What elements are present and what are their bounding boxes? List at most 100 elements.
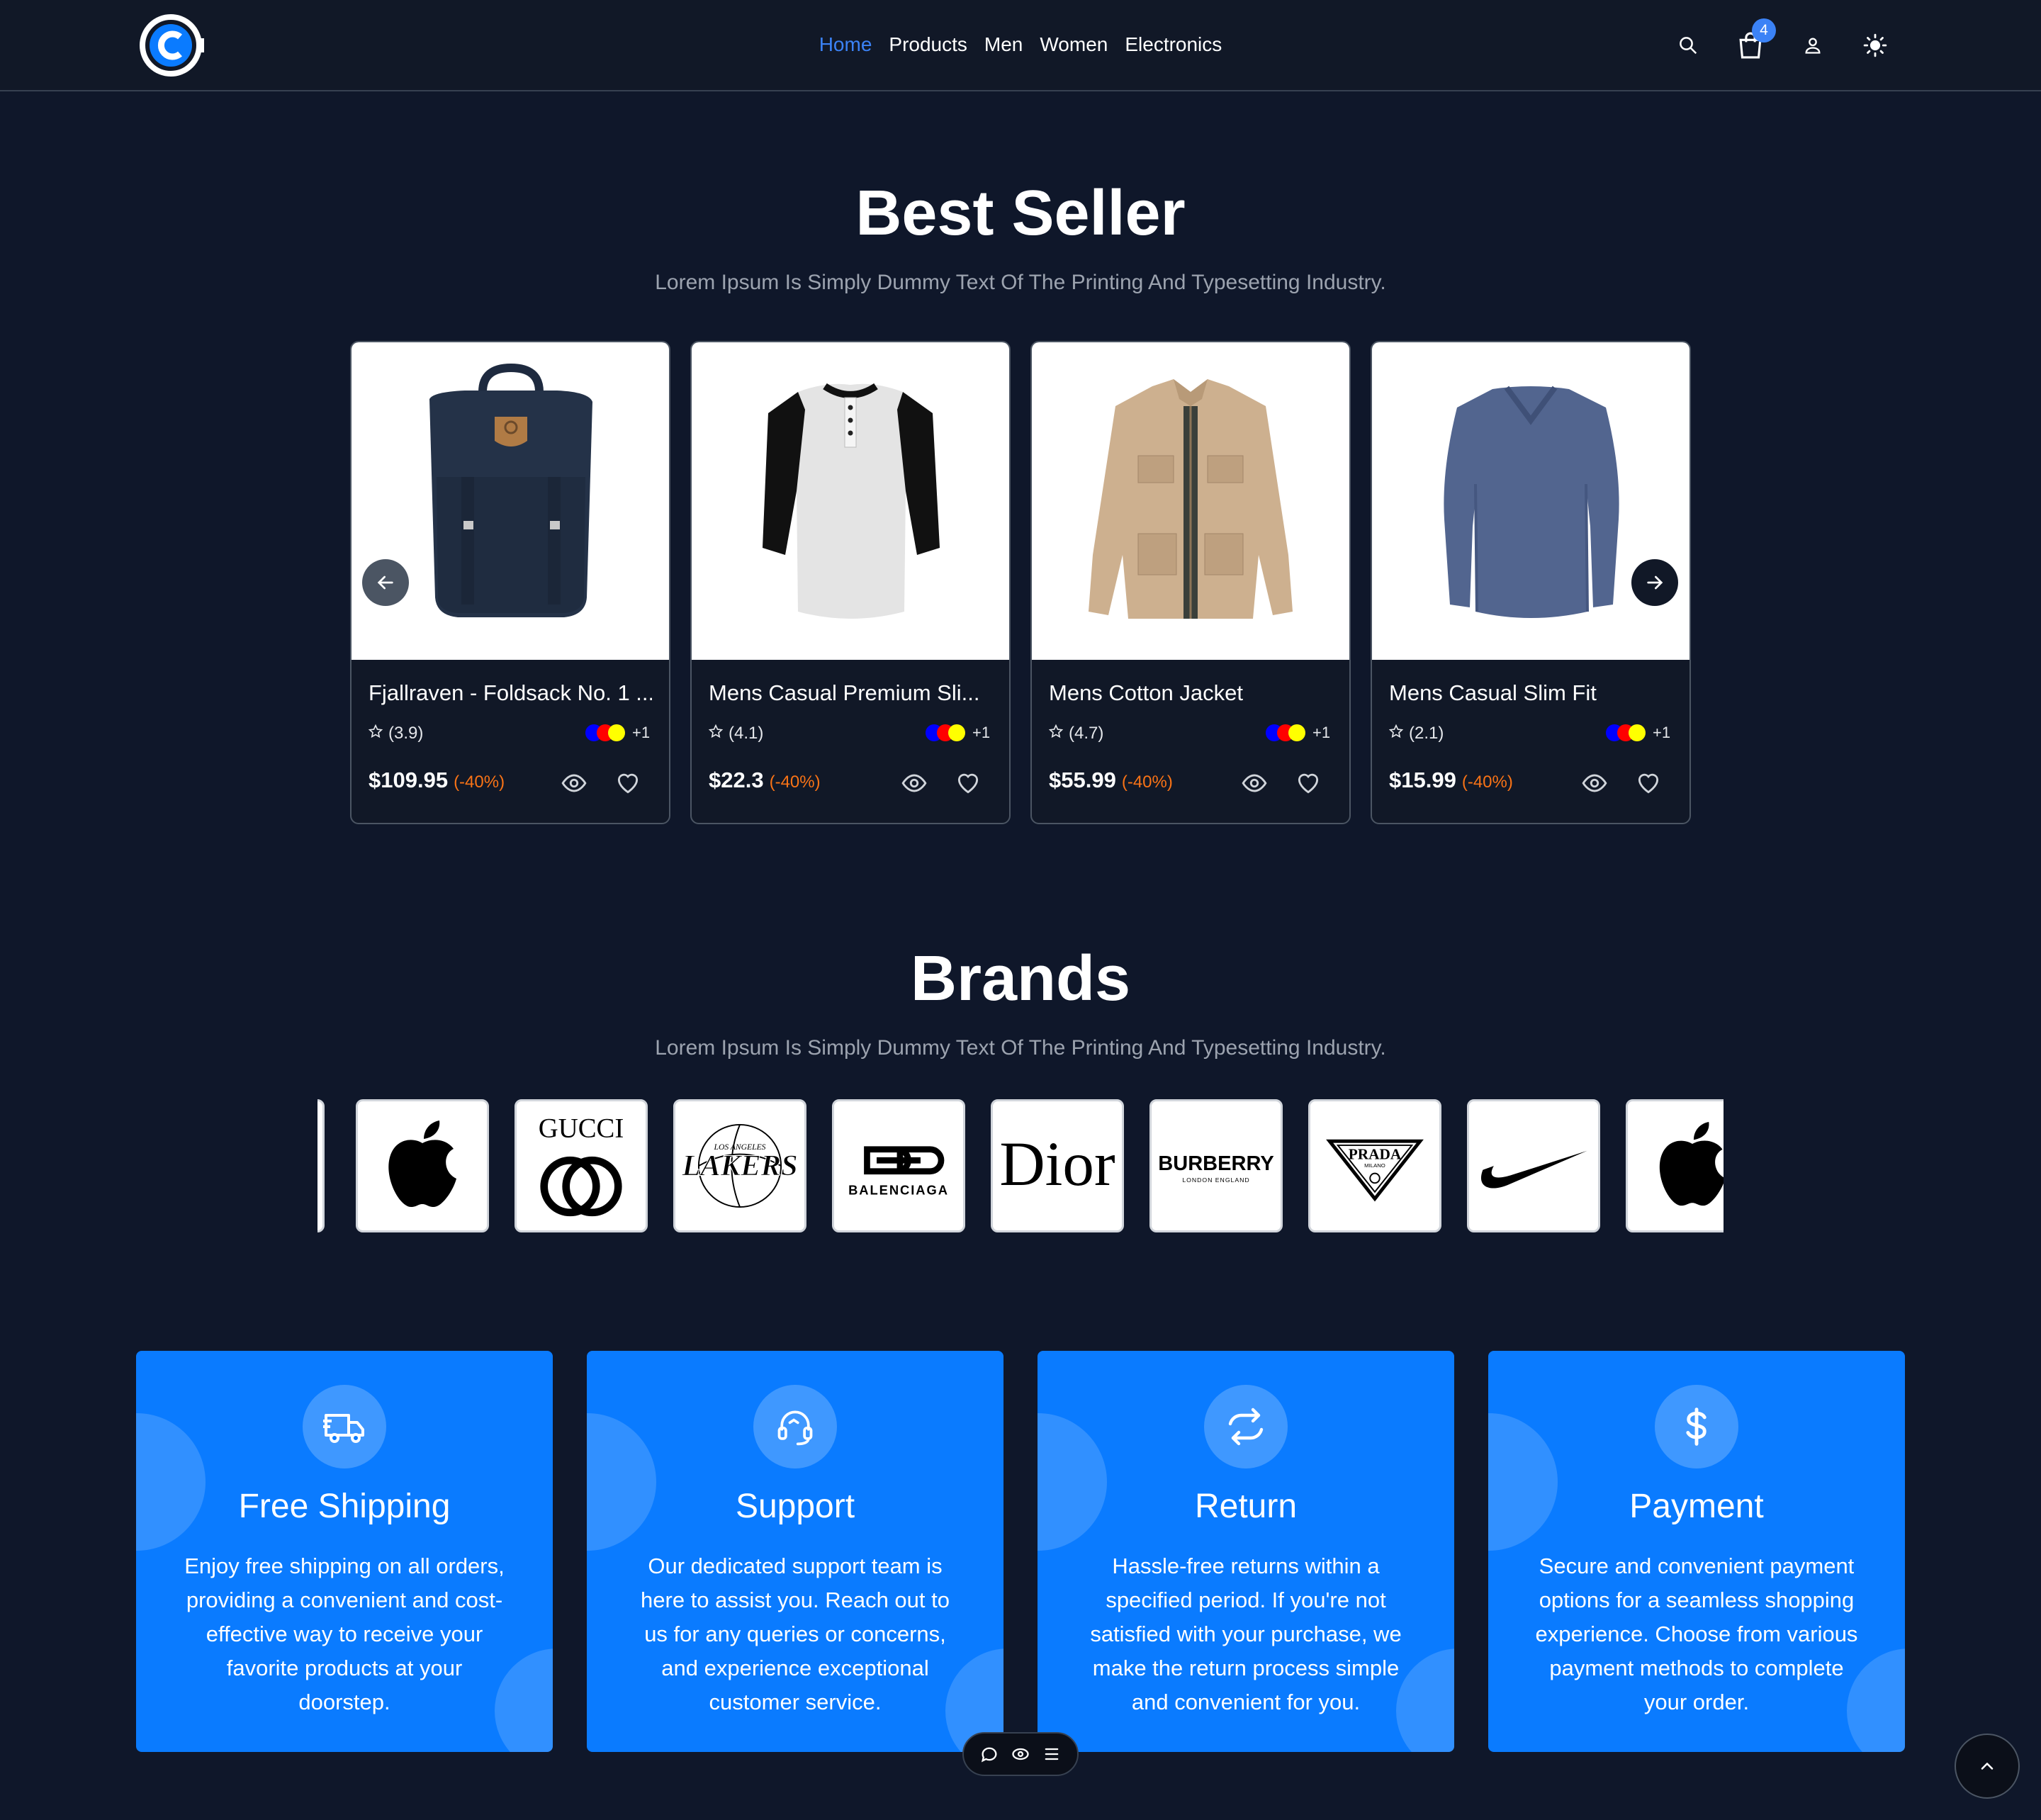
brand-lakers-logo[interactable]: LOS ANGELES LAKERS xyxy=(673,1099,806,1232)
user-icon[interactable] xyxy=(1796,28,1830,62)
wishlist-heart-icon[interactable] xyxy=(1633,768,1664,799)
color-swatches[interactable]: +1 xyxy=(1606,724,1670,742)
quick-view-eye-icon[interactable] xyxy=(1239,768,1270,799)
brand-apple-logo[interactable] xyxy=(356,1099,489,1232)
feature-text: Hassle-free returns within a specified p… xyxy=(1090,1554,1402,1714)
color-swatches[interactable]: +1 xyxy=(1266,724,1330,742)
nav-products[interactable]: Products xyxy=(889,33,967,56)
product-image-slim-fit-shirt[interactable] xyxy=(1372,342,1689,660)
nav-electronics[interactable]: Electronics xyxy=(1125,33,1222,56)
nav-women[interactable]: Women xyxy=(1040,33,1108,56)
carousel-prev-arrow-icon[interactable] xyxy=(362,559,409,606)
product-price-row: $109.95 (-40%) xyxy=(369,768,505,793)
product-card[interactable]: Mens Casual Premium Sli... (4.1) +1 $22.… xyxy=(690,341,1011,824)
product-price: $109.95 xyxy=(369,768,449,792)
product-image-cotton-jacket[interactable] xyxy=(1032,342,1349,660)
carousel-next-arrow-icon[interactable] xyxy=(1631,559,1678,606)
discount-label: (-40%) xyxy=(1461,773,1513,792)
headset-icon xyxy=(753,1385,837,1468)
star-icon xyxy=(708,724,724,743)
feature-title: Payment xyxy=(1629,1488,1764,1525)
feature-title: Free Shipping xyxy=(238,1488,451,1525)
color-swatches[interactable]: +1 xyxy=(585,724,650,742)
search-icon[interactable] xyxy=(1671,28,1705,62)
feature-title: Support xyxy=(735,1488,855,1525)
more-colors: +1 xyxy=(972,724,991,741)
product-rating: (4.7) xyxy=(1048,724,1103,743)
brand-card-partial[interactable] xyxy=(317,1099,325,1232)
product-image-henley-shirt[interactable] xyxy=(692,342,1009,660)
refresh-icon xyxy=(1204,1385,1288,1468)
swatch-yellow[interactable] xyxy=(1288,724,1305,741)
product-price-row: $22.3 (-40%) xyxy=(709,768,821,793)
floating-toolbar xyxy=(962,1732,1079,1776)
brand-dior-logo[interactable]: Dior xyxy=(991,1099,1124,1232)
product-rating: (4.1) xyxy=(708,724,763,743)
swatch-yellow[interactable] xyxy=(948,724,965,741)
feature-title: Return xyxy=(1194,1488,1298,1525)
product-price: $22.3 xyxy=(709,768,764,792)
product-price: $55.99 xyxy=(1049,768,1116,792)
product-rating: (3.9) xyxy=(368,724,424,743)
brand-nike-logo[interactable] xyxy=(1467,1099,1600,1232)
decor-bubble xyxy=(1488,1413,1558,1551)
truck-icon xyxy=(303,1385,386,1468)
wishlist-heart-icon[interactable] xyxy=(952,768,984,799)
brand-apple-logo[interactable] xyxy=(1626,1099,1724,1232)
swatch-yellow[interactable] xyxy=(608,724,625,741)
feature-text: Our dedicated support team is here to as… xyxy=(641,1554,950,1714)
feature-card-support: Support Our dedicated support team is he… xyxy=(587,1351,1003,1752)
discount-label: (-40%) xyxy=(1121,773,1173,792)
product-name[interactable]: Fjallraven - Foldsack No. 1 ... xyxy=(369,680,652,706)
quick-view-eye-icon[interactable] xyxy=(899,768,930,799)
decor-bubble xyxy=(136,1413,206,1551)
wishlist-heart-icon[interactable] xyxy=(1293,768,1324,799)
product-name[interactable]: Mens Casual Slim Fit xyxy=(1389,680,1672,706)
quick-view-eye-icon[interactable] xyxy=(558,768,590,799)
theme-toggle-sun-icon[interactable] xyxy=(1858,28,1892,62)
star-icon xyxy=(368,724,383,743)
menu-list-icon[interactable] xyxy=(1042,1744,1062,1764)
brand-burberry-logo[interactable]: BURBERRY LONDON ENGLAND xyxy=(1149,1099,1283,1232)
feature-card-payment: Payment Secure and convenient payment op… xyxy=(1488,1351,1905,1752)
discount-label: (-40%) xyxy=(769,773,821,792)
brand-gucci-logo[interactable]: GUCCI xyxy=(515,1099,648,1232)
nav-home[interactable]: Home xyxy=(819,33,872,56)
feature-card-return: Return Hassle-free returns within a spec… xyxy=(1038,1351,1454,1752)
star-icon xyxy=(1388,724,1404,743)
product-card[interactable]: Mens Cotton Jacket (4.7) +1 $55.99 (-40%… xyxy=(1030,341,1351,824)
swatch-yellow[interactable] xyxy=(1629,724,1646,741)
brand-prada-logo[interactable]: PRADA MILANO xyxy=(1308,1099,1441,1232)
best-seller-title: Best Seller xyxy=(855,178,1186,249)
product-image-backpack[interactable] xyxy=(352,342,669,660)
cart-count-badge: 4 xyxy=(1752,18,1776,43)
balenciaga-wordmark: BALENCIAGA xyxy=(848,1183,949,1198)
feature-text: Secure and convenient payment options fo… xyxy=(1535,1554,1858,1714)
brands-carousel[interactable]: GUCCI LOS ANGELES LAKERS BALENCIAGA Dior… xyxy=(317,1099,1724,1232)
more-colors: +1 xyxy=(1653,724,1671,741)
more-colors: +1 xyxy=(1312,724,1331,741)
brand-balenciaga-logo[interactable]: BALENCIAGA xyxy=(832,1099,965,1232)
chat-bubble-icon[interactable] xyxy=(979,1744,999,1764)
burberry-wordmark: BURBERRY xyxy=(1158,1152,1273,1175)
product-price-row: $15.99 (-40%) xyxy=(1389,768,1513,793)
quick-view-eye-icon[interactable] xyxy=(1579,768,1610,799)
product-price: $15.99 xyxy=(1389,768,1456,792)
wishlist-heart-icon[interactable] xyxy=(612,768,643,799)
scroll-to-top-chevron-up-icon[interactable] xyxy=(1955,1734,2020,1799)
brands-subtitle: Lorem Ipsum Is Simply Dummy Text Of The … xyxy=(655,1036,1386,1060)
product-name[interactable]: Mens Casual Premium Sli... xyxy=(709,680,992,706)
rating-value: (3.9) xyxy=(388,724,424,743)
product-name[interactable]: Mens Cotton Jacket xyxy=(1049,680,1332,706)
more-colors: +1 xyxy=(632,724,651,741)
best-seller-subtitle: Lorem Ipsum Is Simply Dummy Text Of The … xyxy=(655,271,1386,294)
decor-bubble xyxy=(587,1413,656,1551)
product-rating: (2.1) xyxy=(1388,724,1444,743)
nav-men[interactable]: Men xyxy=(984,33,1023,56)
feature-text: Enjoy free shipping on all orders, provi… xyxy=(184,1554,505,1714)
prada-wordmark: PRADA xyxy=(1349,1145,1402,1162)
view-eye-icon[interactable] xyxy=(1011,1744,1030,1764)
color-swatches[interactable]: +1 xyxy=(926,724,990,742)
discount-label: (-40%) xyxy=(454,773,505,792)
brands-title: Brands xyxy=(910,943,1131,1014)
